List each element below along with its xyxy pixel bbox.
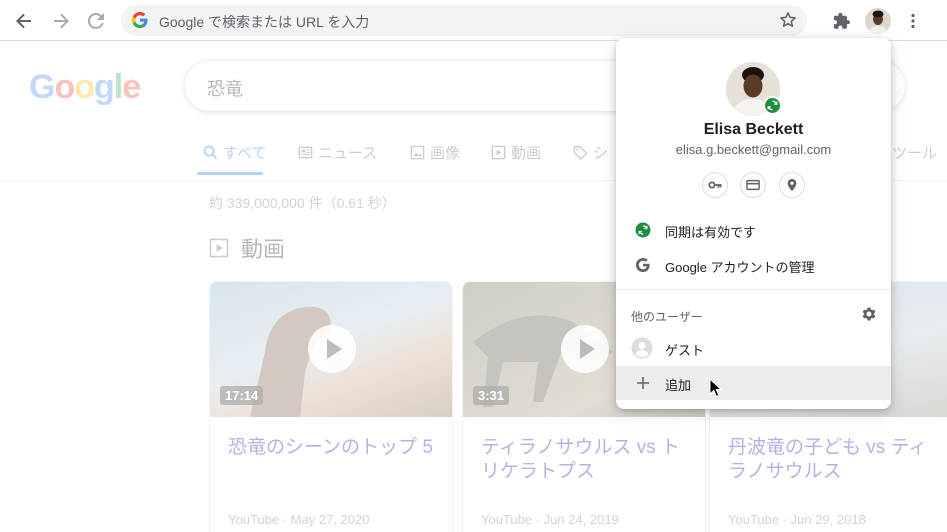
bookmark-star-icon[interactable] — [779, 11, 797, 34]
gear-icon — [862, 307, 876, 321]
search-query: 恐竜 — [207, 79, 243, 99]
video-duration: 3:31 — [473, 386, 510, 405]
logo-letter: l — [113, 68, 124, 106]
video-meta: YouTube · Jun 29, 2018 — [728, 512, 866, 527]
manage-profiles-button[interactable] — [861, 306, 877, 322]
plus-icon — [634, 374, 652, 392]
guest-profile-item[interactable]: ゲスト — [616, 331, 891, 365]
more-vert-icon — [911, 13, 915, 29]
profile-avatar-button[interactable] — [865, 8, 891, 34]
google-g-icon — [131, 11, 148, 33]
tab-tools[interactable]: ツール — [892, 142, 937, 163]
extensions-button[interactable] — [829, 8, 855, 34]
tab-label: ツール — [892, 145, 938, 162]
browser-toolbar: Google で検索または URL を入力 — [0, 0, 947, 41]
other-users-heading: 他のユーザー — [631, 310, 703, 324]
add-profile-label: 追加 — [665, 378, 692, 393]
tab-label: 画像 — [430, 145, 461, 162]
add-profile-item[interactable]: 追加 — [616, 366, 891, 400]
address-bar[interactable]: Google で検索または URL を入力 — [121, 5, 807, 36]
video-source: YouTube — [481, 512, 533, 527]
back-arrow-icon — [16, 13, 31, 29]
reload-icon — [87, 12, 104, 29]
tag-icon — [573, 146, 588, 160]
video-date: May 27, 2020 — [290, 512, 370, 527]
forward-button[interactable] — [48, 8, 74, 34]
image-icon — [410, 145, 425, 160]
profile-name: Elisa Beckett — [703, 121, 804, 138]
tab-videos[interactable]: 動画 — [491, 142, 541, 163]
logo-letter: e — [122, 68, 141, 106]
google-g-icon — [634, 256, 652, 274]
logo-letter: o — [74, 68, 95, 106]
news-icon — [298, 146, 313, 159]
chrome-menu-button[interactable] — [900, 8, 926, 34]
sync-status-item[interactable]: 同期は有効です — [616, 213, 891, 247]
logo-letter: G — [29, 68, 55, 106]
forward-arrow-icon — [54, 13, 69, 29]
profile-menu: Elisa Beckett elisa.g.beckett@gmail.com … — [616, 38, 891, 409]
videos-section-heading: 動画 — [209, 232, 285, 264]
tab-shopping[interactable]: シ — [573, 142, 608, 163]
video-source: YouTube — [228, 512, 280, 527]
video-meta: YouTube · May 27, 2020 — [228, 512, 370, 527]
play-icon — [308, 325, 356, 373]
video-card[interactable]: 17:14 恐竜のシーンのトップ 5 YouTube · May 27, 202… — [209, 281, 453, 532]
profile-email: elisa.g.beckett@gmail.com — [675, 142, 832, 157]
video-meta: YouTube · Jun 24, 2019 — [481, 512, 619, 527]
tab-images[interactable]: 画像 — [410, 142, 460, 163]
video-duration: 17:14 — [220, 386, 264, 405]
guest-avatar-icon — [631, 337, 653, 359]
addresses-button[interactable] — [779, 172, 805, 198]
result-stats: 約 339,000,000 件（0.61 秒） — [209, 195, 396, 211]
tab-all[interactable]: すべて — [203, 142, 266, 163]
video-title[interactable]: 恐竜のシーンのトップ 5 — [228, 436, 438, 460]
puzzle-piece-icon — [833, 12, 850, 29]
active-tab-indicator — [197, 172, 263, 175]
guest-label: ゲスト — [665, 343, 705, 358]
manage-account-item[interactable]: Google アカウントの管理 — [616, 248, 891, 282]
video-icon — [491, 145, 506, 160]
mouse-cursor-icon — [709, 378, 723, 398]
tab-label: ニュース — [318, 145, 378, 162]
section-title: 動画 — [241, 237, 286, 262]
sync-status-label: 同期は有効です — [665, 225, 757, 240]
passwords-button[interactable] — [702, 172, 728, 198]
reload-button[interactable] — [83, 8, 109, 34]
address-bar-placeholder: Google で検索または URL を入力 — [159, 14, 370, 30]
video-date: Jun 24, 2019 — [543, 512, 619, 527]
tab-news[interactable]: ニュース — [298, 142, 377, 163]
sync-badge — [763, 96, 782, 115]
location-pin-icon — [787, 178, 797, 192]
tab-label: シ — [593, 145, 609, 162]
manage-account-label: Google アカウントの管理 — [665, 260, 815, 275]
video-source: YouTube — [728, 512, 780, 527]
credit-card-icon — [746, 179, 760, 191]
video-date: Jun 29, 2018 — [790, 512, 866, 527]
search-icon — [203, 145, 218, 160]
sync-icon — [767, 100, 778, 111]
play-icon — [561, 325, 609, 373]
google-logo[interactable]: Google — [29, 68, 141, 107]
tab-label: 動画 — [511, 145, 542, 162]
tab-label: すべて — [223, 145, 267, 162]
key-icon — [708, 181, 722, 189]
back-button[interactable] — [11, 8, 37, 34]
payment-methods-button[interactable] — [740, 172, 766, 198]
logo-letter: o — [54, 68, 75, 106]
video-title[interactable]: 丹波竜の子ども vs ティラノサウルス — [728, 436, 938, 484]
sync-icon — [634, 221, 652, 239]
video-icon — [209, 238, 229, 258]
logo-letter: g — [94, 68, 115, 106]
divider — [616, 289, 891, 290]
video-title[interactable]: ティラノサウルス vs トリケラトプス — [481, 436, 691, 484]
avatar — [865, 8, 891, 34]
